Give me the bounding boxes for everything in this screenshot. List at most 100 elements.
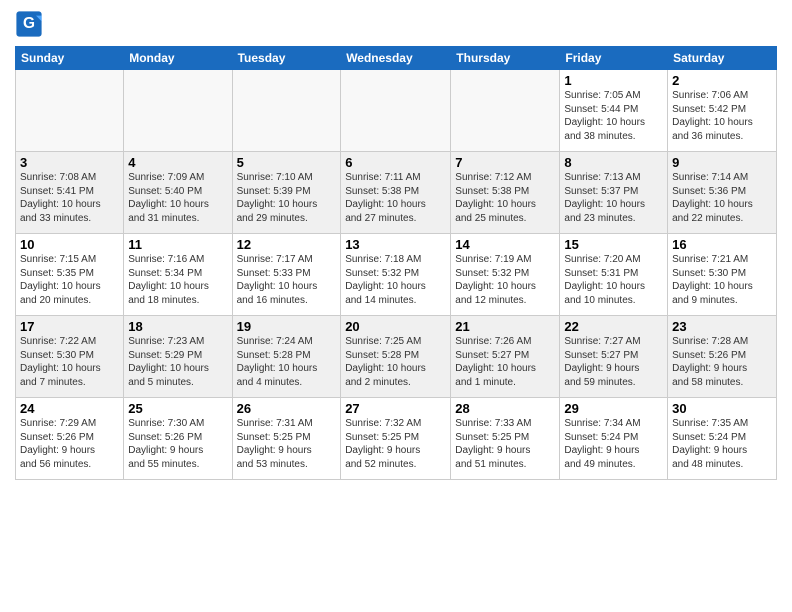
day-info: Sunrise: 7:13 AM Sunset: 5:37 PM Dayligh… [564, 171, 663, 225]
day-info: Sunrise: 7:05 AM Sunset: 5:44 PM Dayligh… [564, 89, 663, 143]
calendar-week-row: 10Sunrise: 7:15 AM Sunset: 5:35 PM Dayli… [16, 234, 777, 316]
day-info: Sunrise: 7:10 AM Sunset: 5:39 PM Dayligh… [237, 171, 337, 225]
calendar-week-row: 24Sunrise: 7:29 AM Sunset: 5:26 PM Dayli… [16, 398, 777, 480]
calendar-cell [232, 70, 341, 152]
calendar-cell: 3Sunrise: 7:08 AM Sunset: 5:41 PM Daylig… [16, 152, 124, 234]
calendar-cell: 10Sunrise: 7:15 AM Sunset: 5:35 PM Dayli… [16, 234, 124, 316]
day-number: 8 [564, 155, 663, 170]
day-number: 10 [20, 237, 119, 252]
day-info: Sunrise: 7:29 AM Sunset: 5:26 PM Dayligh… [20, 417, 119, 471]
day-info: Sunrise: 7:21 AM Sunset: 5:30 PM Dayligh… [672, 253, 772, 307]
day-info: Sunrise: 7:14 AM Sunset: 5:36 PM Dayligh… [672, 171, 772, 225]
day-number: 20 [345, 319, 446, 334]
weekday-header: Saturday [668, 47, 777, 70]
day-info: Sunrise: 7:19 AM Sunset: 5:32 PM Dayligh… [455, 253, 555, 307]
day-info: Sunrise: 7:26 AM Sunset: 5:27 PM Dayligh… [455, 335, 555, 389]
calendar-week-row: 1Sunrise: 7:05 AM Sunset: 5:44 PM Daylig… [16, 70, 777, 152]
day-number: 21 [455, 319, 555, 334]
day-number: 24 [20, 401, 119, 416]
day-info: Sunrise: 7:16 AM Sunset: 5:34 PM Dayligh… [128, 253, 227, 307]
calendar-cell: 20Sunrise: 7:25 AM Sunset: 5:28 PM Dayli… [341, 316, 451, 398]
calendar-cell: 7Sunrise: 7:12 AM Sunset: 5:38 PM Daylig… [451, 152, 560, 234]
calendar-cell: 1Sunrise: 7:05 AM Sunset: 5:44 PM Daylig… [560, 70, 668, 152]
day-number: 13 [345, 237, 446, 252]
weekday-header: Monday [124, 47, 232, 70]
page-container: G SundayMondayTuesdayWednesdayThursdayFr… [0, 0, 792, 485]
day-number: 25 [128, 401, 227, 416]
calendar-cell: 27Sunrise: 7:32 AM Sunset: 5:25 PM Dayli… [341, 398, 451, 480]
day-number: 18 [128, 319, 227, 334]
day-info: Sunrise: 7:28 AM Sunset: 5:26 PM Dayligh… [672, 335, 772, 389]
calendar-week-row: 17Sunrise: 7:22 AM Sunset: 5:30 PM Dayli… [16, 316, 777, 398]
day-number: 27 [345, 401, 446, 416]
calendar-cell: 26Sunrise: 7:31 AM Sunset: 5:25 PM Dayli… [232, 398, 341, 480]
day-number: 6 [345, 155, 446, 170]
day-number: 22 [564, 319, 663, 334]
day-number: 11 [128, 237, 227, 252]
day-info: Sunrise: 7:18 AM Sunset: 5:32 PM Dayligh… [345, 253, 446, 307]
day-info: Sunrise: 7:31 AM Sunset: 5:25 PM Dayligh… [237, 417, 337, 471]
calendar-cell: 22Sunrise: 7:27 AM Sunset: 5:27 PM Dayli… [560, 316, 668, 398]
day-info: Sunrise: 7:09 AM Sunset: 5:40 PM Dayligh… [128, 171, 227, 225]
weekday-header: Tuesday [232, 47, 341, 70]
calendar-cell [124, 70, 232, 152]
calendar-cell: 16Sunrise: 7:21 AM Sunset: 5:30 PM Dayli… [668, 234, 777, 316]
weekday-header: Friday [560, 47, 668, 70]
day-number: 4 [128, 155, 227, 170]
day-info: Sunrise: 7:15 AM Sunset: 5:35 PM Dayligh… [20, 253, 119, 307]
day-info: Sunrise: 7:08 AM Sunset: 5:41 PM Dayligh… [20, 171, 119, 225]
calendar-cell: 13Sunrise: 7:18 AM Sunset: 5:32 PM Dayli… [341, 234, 451, 316]
day-number: 19 [237, 319, 337, 334]
day-number: 9 [672, 155, 772, 170]
calendar-cell: 25Sunrise: 7:30 AM Sunset: 5:26 PM Dayli… [124, 398, 232, 480]
header: G [15, 10, 777, 38]
day-number: 15 [564, 237, 663, 252]
calendar-table: SundayMondayTuesdayWednesdayThursdayFrid… [15, 46, 777, 480]
day-number: 23 [672, 319, 772, 334]
weekday-header: Thursday [451, 47, 560, 70]
calendar-cell: 24Sunrise: 7:29 AM Sunset: 5:26 PM Dayli… [16, 398, 124, 480]
day-info: Sunrise: 7:30 AM Sunset: 5:26 PM Dayligh… [128, 417, 227, 471]
weekday-header: Wednesday [341, 47, 451, 70]
calendar-cell: 30Sunrise: 7:35 AM Sunset: 5:24 PM Dayli… [668, 398, 777, 480]
calendar-cell: 15Sunrise: 7:20 AM Sunset: 5:31 PM Dayli… [560, 234, 668, 316]
day-number: 17 [20, 319, 119, 334]
day-info: Sunrise: 7:11 AM Sunset: 5:38 PM Dayligh… [345, 171, 446, 225]
calendar-cell: 29Sunrise: 7:34 AM Sunset: 5:24 PM Dayli… [560, 398, 668, 480]
svg-text:G: G [23, 15, 35, 32]
day-number: 12 [237, 237, 337, 252]
calendar-cell: 14Sunrise: 7:19 AM Sunset: 5:32 PM Dayli… [451, 234, 560, 316]
day-number: 2 [672, 73, 772, 88]
day-info: Sunrise: 7:34 AM Sunset: 5:24 PM Dayligh… [564, 417, 663, 471]
day-info: Sunrise: 7:12 AM Sunset: 5:38 PM Dayligh… [455, 171, 555, 225]
day-number: 30 [672, 401, 772, 416]
day-number: 5 [237, 155, 337, 170]
day-info: Sunrise: 7:24 AM Sunset: 5:28 PM Dayligh… [237, 335, 337, 389]
day-info: Sunrise: 7:25 AM Sunset: 5:28 PM Dayligh… [345, 335, 446, 389]
calendar-cell: 18Sunrise: 7:23 AM Sunset: 5:29 PM Dayli… [124, 316, 232, 398]
calendar-cell: 12Sunrise: 7:17 AM Sunset: 5:33 PM Dayli… [232, 234, 341, 316]
calendar-cell: 19Sunrise: 7:24 AM Sunset: 5:28 PM Dayli… [232, 316, 341, 398]
calendar-cell: 21Sunrise: 7:26 AM Sunset: 5:27 PM Dayli… [451, 316, 560, 398]
calendar-cell: 2Sunrise: 7:06 AM Sunset: 5:42 PM Daylig… [668, 70, 777, 152]
calendar-cell: 4Sunrise: 7:09 AM Sunset: 5:40 PM Daylig… [124, 152, 232, 234]
calendar-cell [341, 70, 451, 152]
calendar-cell: 11Sunrise: 7:16 AM Sunset: 5:34 PM Dayli… [124, 234, 232, 316]
calendar-cell [16, 70, 124, 152]
calendar-cell: 5Sunrise: 7:10 AM Sunset: 5:39 PM Daylig… [232, 152, 341, 234]
calendar-week-row: 3Sunrise: 7:08 AM Sunset: 5:41 PM Daylig… [16, 152, 777, 234]
day-number: 3 [20, 155, 119, 170]
logo: G [15, 10, 47, 38]
day-number: 26 [237, 401, 337, 416]
day-info: Sunrise: 7:23 AM Sunset: 5:29 PM Dayligh… [128, 335, 227, 389]
day-info: Sunrise: 7:33 AM Sunset: 5:25 PM Dayligh… [455, 417, 555, 471]
day-info: Sunrise: 7:20 AM Sunset: 5:31 PM Dayligh… [564, 253, 663, 307]
calendar-cell [451, 70, 560, 152]
day-number: 7 [455, 155, 555, 170]
day-info: Sunrise: 7:35 AM Sunset: 5:24 PM Dayligh… [672, 417, 772, 471]
day-number: 16 [672, 237, 772, 252]
day-number: 1 [564, 73, 663, 88]
day-number: 28 [455, 401, 555, 416]
day-number: 14 [455, 237, 555, 252]
day-info: Sunrise: 7:27 AM Sunset: 5:27 PM Dayligh… [564, 335, 663, 389]
